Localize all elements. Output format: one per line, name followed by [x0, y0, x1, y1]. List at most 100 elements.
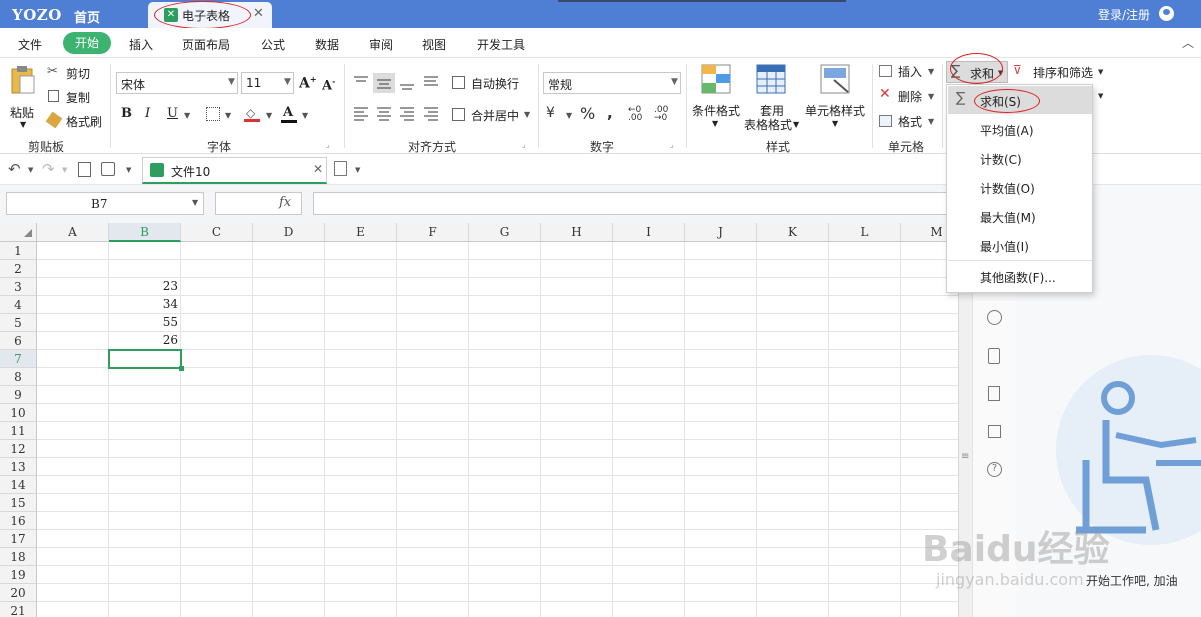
row-header-20[interactable]: 20 [0, 584, 37, 602]
chevron-down-icon[interactable]: ▼ [566, 111, 572, 120]
cut-button[interactable]: ✂ 剪切 [47, 64, 107, 82]
menu-page-layout[interactable]: 页面布局 [182, 36, 230, 53]
spreadsheet-grid[interactable]: ABCDEFGHIJKLM 1 2 3 4 5 6 7 8 9 10 11 12 13 14 15 16 17 1… [0, 223, 958, 617]
menu-home-active[interactable]: 开始 [63, 32, 111, 54]
decrease-decimal-icon[interactable]: .00 →0 [654, 106, 668, 123]
menu-item-min[interactable]: 最小值(I) [980, 238, 1029, 255]
chevron-down-icon[interactable]: ▼ [28, 166, 33, 174]
dialog-launcher-icon[interactable]: ⌟ [522, 140, 526, 149]
menu-view[interactable]: 视图 [422, 36, 446, 53]
number-format-select[interactable]: 常规 ▼ [543, 72, 681, 94]
fill-color-icon[interactable]: ◇ [244, 106, 260, 122]
menu-formula[interactable]: 公式 [261, 36, 285, 53]
chevron-down-icon[interactable]: ▼ [225, 111, 231, 120]
chevron-down-icon[interactable]: ▼ [793, 120, 799, 129]
save-icon[interactable] [101, 162, 115, 176]
column-header-f[interactable]: F [397, 223, 469, 242]
row-header-15[interactable]: 15 [0, 494, 37, 512]
increase-font-icon[interactable]: A+ [299, 74, 317, 92]
cell-b3[interactable]: 23 [110, 279, 178, 293]
edit-icon[interactable] [988, 425, 1001, 438]
login-register-link[interactable]: 登录/注册 [1098, 6, 1150, 23]
format-cells-button[interactable]: 格式 ▼ [879, 113, 939, 131]
dialog-launcher-icon[interactable]: ⌟ [670, 140, 674, 149]
row-header-9[interactable]: 9 [0, 386, 37, 404]
chevron-down-icon[interactable]: ▼ [302, 111, 308, 120]
workbook-tab[interactable]: 文件10 ✕ [142, 157, 327, 184]
print-preview-icon[interactable] [78, 162, 91, 177]
column-header-e[interactable]: E [325, 223, 397, 242]
decrease-font-icon[interactable]: A- [322, 76, 335, 93]
menu-developer[interactable]: 开发工具 [477, 36, 525, 53]
column-header-d[interactable]: D [253, 223, 325, 242]
row-header-13[interactable]: 13 [0, 458, 37, 476]
row-header-2[interactable]: 2 [0, 260, 37, 278]
copy-pages-icon[interactable] [988, 386, 1000, 401]
menu-file[interactable]: 文件 [18, 36, 42, 53]
cell-b5[interactable]: 55 [110, 315, 178, 329]
menu-item-average[interactable]: 平均值(A) [980, 122, 1034, 139]
font-name-select[interactable]: 宋体 ▼ [116, 72, 238, 94]
insert-function-box[interactable]: fx [215, 192, 302, 215]
fill-handle[interactable] [179, 366, 184, 371]
format-painter-button[interactable]: 格式刷 [45, 111, 107, 130]
selected-cell-b7[interactable] [108, 349, 184, 371]
conditional-format-button[interactable]: 条件格式 ▼ [690, 62, 742, 134]
row-header-8[interactable]: 8 [0, 368, 37, 386]
delete-cells-button[interactable]: ✕ 删除 ▼ [879, 86, 939, 106]
row-header-16[interactable]: 16 [0, 512, 37, 530]
column-header-k[interactable]: K [757, 223, 829, 242]
home-tab[interactable]: 首页 [74, 7, 100, 26]
vertical-align-icons[interactable] [352, 73, 442, 93]
new-workbook-icon[interactable] [334, 161, 347, 176]
border-icon[interactable] [206, 107, 220, 121]
horizontal-align-icons[interactable] [352, 106, 442, 122]
row-header-1[interactable]: 1 [0, 242, 37, 260]
menu-item-other-functions[interactable]: 其他函数(F)... [980, 269, 1056, 286]
wrap-text-button[interactable]: 自动换行 [452, 74, 532, 92]
column-header-h[interactable]: H [541, 223, 613, 242]
redo-icon[interactable]: ↷ [42, 160, 55, 178]
customize-toolbar-icon[interactable]: ▼ [126, 166, 131, 174]
formula-input[interactable] [313, 192, 953, 215]
row-header-21[interactable]: 21 [0, 602, 37, 617]
percent-icon[interactable]: % [580, 104, 595, 123]
history-icon[interactable] [987, 310, 1002, 325]
row-header-5[interactable]: 5 [0, 314, 37, 332]
close-icon[interactable]: ✕ [313, 162, 323, 176]
cell-b6[interactable]: 26 [110, 333, 178, 347]
font-size-select[interactable]: 11 ▼ [241, 72, 294, 94]
chevron-down-icon[interactable]: ▼ [62, 166, 67, 174]
undo-icon[interactable]: ↶ [8, 160, 21, 178]
cell-style-button[interactable]: 单元格样式 ▼ [804, 62, 868, 134]
row-header-12[interactable]: 12 [0, 440, 37, 458]
menu-item-count-values[interactable]: 计数值(O) [980, 180, 1035, 197]
collapse-ribbon-icon[interactable]: ︿ [1182, 34, 1194, 51]
select-all-corner[interactable] [0, 223, 37, 242]
row-header-3[interactable]: 3 [0, 278, 37, 296]
font-color-icon[interactable]: A [281, 105, 297, 123]
insert-cells-button[interactable]: 插入 ▼ [879, 63, 939, 81]
underline-button[interactable]: U [167, 106, 178, 121]
menu-item-max[interactable]: 最大值(M) [980, 209, 1036, 226]
dialog-launcher-icon[interactable]: ⌟ [326, 140, 330, 149]
row-header-7[interactable]: 7 [0, 350, 37, 368]
column-header-i[interactable]: I [613, 223, 685, 242]
menu-review[interactable]: 审阅 [369, 36, 393, 53]
merge-center-button[interactable]: 合并居中 ▼ [452, 106, 536, 124]
sort-filter-button[interactable]: ⊽ 排序和筛选 ▼ [1013, 63, 1107, 81]
column-header-j[interactable]: J [685, 223, 757, 242]
menu-data[interactable]: 数据 [315, 36, 339, 53]
help-icon[interactable]: ? [987, 462, 1002, 477]
chevron-down-icon[interactable]: ▼ [266, 111, 272, 120]
document-icon[interactable] [988, 348, 1000, 364]
menu-insert[interactable]: 插入 [129, 36, 153, 53]
bold-button[interactable]: B [121, 106, 132, 121]
chevron-down-icon[interactable]: ▼ [184, 111, 190, 120]
italic-button[interactable]: I [145, 106, 150, 121]
row-header-14[interactable]: 14 [0, 476, 37, 494]
column-header-g[interactable]: G [469, 223, 541, 242]
chevron-down-icon[interactable]: ▼ [355, 166, 360, 174]
row-header-19[interactable]: 19 [0, 566, 37, 584]
column-header-a[interactable]: A [37, 223, 109, 242]
